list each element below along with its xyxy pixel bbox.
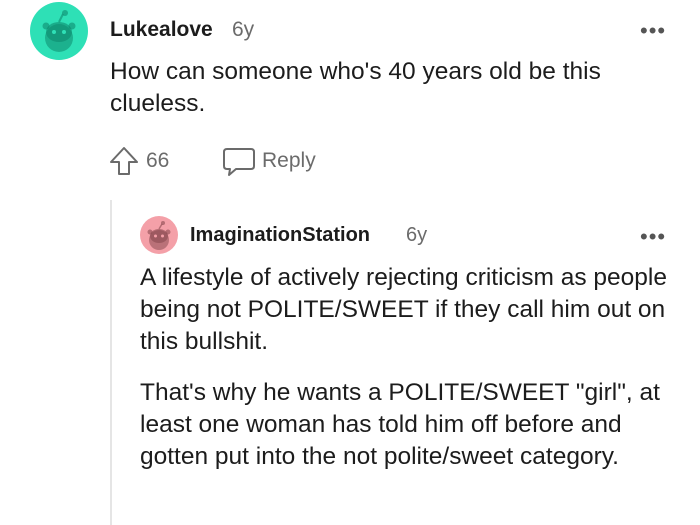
reddit-snoo-icon (42, 10, 76, 52)
comment-age: 6y (406, 224, 428, 246)
reply-label[interactable]: Reply (262, 149, 316, 173)
more-options-icon[interactable]: ••• (640, 226, 666, 248)
comment-age: 6y (232, 18, 255, 41)
comment-username[interactable]: ImaginationStation (190, 224, 370, 247)
reddit-snoo-icon (147, 221, 171, 250)
vote-count: 66 (146, 149, 170, 172)
reply-button[interactable]: Reply (222, 145, 316, 177)
avatar-imaginationstation[interactable] (140, 216, 178, 254)
upvote-arrow-icon[interactable] (108, 145, 140, 177)
thread-line[interactable] (110, 200, 112, 525)
speech-bubble-icon (223, 148, 255, 176)
upvote-button[interactable]: 66 (108, 145, 169, 177)
comment-body: How can someone who's 40 years old be th… (110, 58, 601, 117)
comment-paragraph: A lifestyle of actively rejecting critic… (140, 264, 667, 355)
more-options-icon[interactable]: ••• (640, 20, 666, 42)
avatar-lukealove[interactable] (30, 2, 88, 60)
comment-paragraph: That's why he wants a POLITE/SWEET "girl… (140, 379, 660, 470)
comment-username[interactable]: Lukealove (110, 18, 213, 42)
